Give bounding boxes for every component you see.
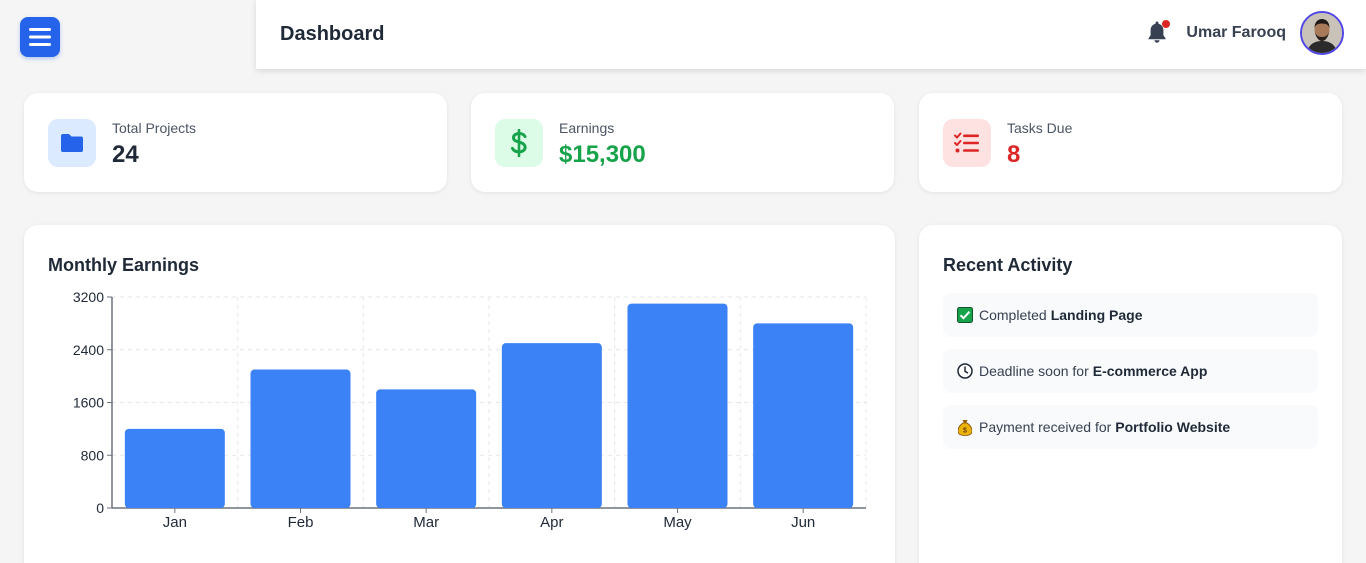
stat-label: Total Projects	[112, 120, 197, 136]
stat-label: Tasks Due	[1007, 120, 1073, 136]
stat-label: Earnings	[559, 120, 615, 136]
stat-card-projects: Total Projects 24	[24, 93, 447, 192]
money-bag-icon: $	[956, 418, 974, 436]
stat-value: 8	[1007, 141, 1021, 168]
stat-card-tasks: Tasks Due 8	[919, 93, 1342, 192]
earnings-bar-chart: 0 800 1600 2400 3200 Jan Feb Mar Apr May Jun	[73, 289, 867, 531]
folder-icon	[61, 134, 83, 152]
chart-bar	[124, 428, 225, 508]
notification-button[interactable]	[1146, 20, 1171, 46]
task-list-icon	[954, 132, 979, 153]
chart-bar	[250, 369, 351, 508]
page-title: Dashboard	[280, 23, 385, 45]
stat-value: $15,300	[559, 141, 646, 168]
x-tick-label: May	[663, 514, 692, 531]
x-tick-label: Jan	[163, 514, 187, 531]
y-tick-label: 0	[96, 500, 104, 516]
check-box-icon	[956, 306, 974, 324]
y-tick-label: 2400	[73, 342, 104, 358]
notification-dot	[1162, 20, 1171, 28]
earnings-panel: Monthly Earnings 0 800 1600 2400 3200 Jan Feb M…	[24, 225, 895, 563]
y-tick-label: 800	[81, 447, 105, 463]
x-tick-label: Apr	[540, 514, 563, 531]
dollar-icon	[511, 129, 527, 157]
x-tick-label: Jun	[791, 514, 815, 531]
list-item[interactable]: Completed Landing Page	[943, 293, 1318, 337]
svg-text:$: $	[963, 427, 967, 434]
y-tick-label: 1600	[73, 395, 104, 411]
activity-text: Deadline soon for	[979, 363, 1089, 379]
chart-bar	[501, 343, 602, 508]
top-bar: Dashboard Umar Farooq	[256, 0, 1366, 69]
user-name: Umar Farooq	[1186, 24, 1286, 41]
list-item[interactable]: Deadline soon for E-commerce App	[943, 349, 1318, 393]
avatar[interactable]	[1300, 11, 1344, 55]
stat-card-earnings: Earnings $15,300	[471, 93, 894, 192]
x-tick-label: Mar	[413, 514, 439, 531]
activity-panel: Recent Activity Completed Landing Page D…	[919, 225, 1342, 563]
chart-bar	[753, 323, 854, 508]
panel-title: Recent Activity	[943, 255, 1073, 275]
stat-icon-box	[943, 119, 991, 167]
user-photo-icon	[1302, 13, 1342, 53]
stat-value: 24	[112, 141, 139, 168]
clock-icon	[956, 362, 974, 380]
activity-text: Completed	[979, 307, 1047, 323]
activity-text: Payment received for	[979, 419, 1112, 435]
hamburger-icon	[29, 28, 51, 46]
activity-subject: Landing Page	[1050, 307, 1143, 323]
activity-subject: E-commerce App	[1092, 363, 1208, 379]
chart-bar	[376, 389, 477, 508]
chart-bar	[627, 303, 728, 508]
menu-button[interactable]	[20, 17, 60, 57]
stat-icon-box	[48, 119, 96, 167]
activity-list: Completed Landing Page Deadline soon for…	[943, 293, 1318, 461]
x-tick-label: Feb	[288, 514, 314, 531]
list-item[interactable]: $ Payment received for Portfolio Website	[943, 405, 1318, 449]
y-tick-label: 3200	[73, 289, 104, 305]
user-area: Umar Farooq	[1146, 11, 1344, 55]
activity-subject: Portfolio Website	[1115, 419, 1231, 435]
stat-icon-box	[495, 119, 543, 167]
